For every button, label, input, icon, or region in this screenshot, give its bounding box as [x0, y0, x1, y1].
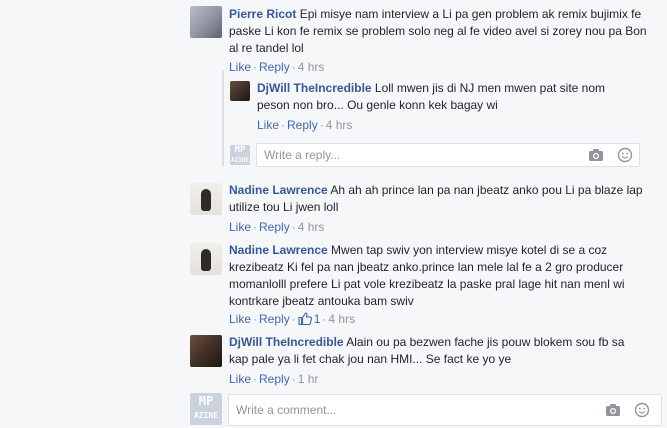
- comment-text-line: krezibeatz Ki fel pa nan jbeatz anko.pri…: [229, 260, 624, 274]
- comment-text-line: peson non bro... Ou genle konn kek bagay…: [257, 98, 498, 112]
- comment-text-line: momanlolll prefere Li pat vole krezibeat…: [229, 277, 625, 291]
- comment-text-line: utilize tou Li jwen loll: [229, 200, 339, 214]
- avatar[interactable]: [190, 6, 222, 38]
- camera-icon[interactable]: [605, 403, 621, 420]
- comment-text-line: al re tandel lol: [229, 41, 304, 55]
- camera-icon[interactable]: [588, 148, 604, 165]
- comment-text-line: Loll mwen jis di NJ men mwen pat site no…: [374, 81, 606, 95]
- timestamp[interactable]: 1 hr: [298, 372, 319, 386]
- timestamp[interactable]: 4 hrs: [326, 118, 353, 132]
- comment-input[interactable]: Write a comment...: [228, 394, 662, 426]
- comment-author[interactable]: Nadine Lawrence: [229, 243, 328, 257]
- comment-actions: Like · Reply · 4 hrs: [229, 60, 325, 74]
- reply-link[interactable]: Reply: [259, 372, 290, 386]
- comment-body: DjWill TheIncredible Alain ou pa bezwen …: [229, 334, 654, 368]
- comment-text-line: Ah ah ah prince lan pa nan jbeatz anko p…: [330, 183, 643, 197]
- comment-author[interactable]: DjWill TheIncredible: [257, 81, 372, 95]
- avatar[interactable]: [190, 183, 222, 215]
- comment-actions: Like · Reply · 4 hrs: [257, 118, 353, 132]
- avatar-text: AZINE: [230, 157, 250, 164]
- reply-link[interactable]: Reply: [259, 60, 290, 74]
- reply-link[interactable]: Reply: [287, 118, 318, 132]
- timestamp[interactable]: 4 hrs: [328, 312, 355, 326]
- comment-author[interactable]: Nadine Lawrence: [229, 183, 328, 197]
- thumbs-up-icon[interactable]: [298, 312, 312, 329]
- avatar-text: MP: [234, 145, 246, 155]
- comment-text-line: Alain ou pa bezwen fache jis pouw blokem…: [346, 335, 625, 349]
- reply-input[interactable]: Write a reply...: [256, 143, 640, 167]
- reply-link[interactable]: Reply: [259, 220, 290, 234]
- avatar: MP AZINE: [230, 145, 250, 165]
- comment-actions: Like · Reply · 4 hrs: [229, 220, 325, 234]
- comment-text-line: kap pale ya li fet chak jou nan HMI... S…: [229, 352, 512, 366]
- like-link[interactable]: Like: [229, 60, 251, 74]
- reply-placeholder: Write a reply...: [264, 148, 341, 162]
- reply-thread-line: [222, 70, 224, 166]
- like-link[interactable]: Like: [229, 372, 251, 386]
- avatar: MP AZINE: [190, 393, 222, 425]
- comment-text-line: paske Li kon fe remix se problem solo ne…: [229, 24, 647, 38]
- comment-actions: Like · Reply · 1 · 4 hrs: [229, 311, 355, 329]
- comment-placeholder: Write a comment...: [236, 403, 337, 417]
- timestamp[interactable]: 4 hrs: [298, 60, 325, 74]
- emoji-icon[interactable]: [617, 147, 633, 166]
- comment-actions: Like · Reply · 1 hr: [229, 372, 319, 386]
- comment-body: DjWill TheIncredible Loll mwen jis di NJ…: [257, 80, 657, 114]
- comment-body: Nadine Lawrence Ah ah ah prince lan pa n…: [229, 182, 654, 216]
- comment-body: Pierre Ricot Epi misye nam interview a L…: [229, 6, 654, 57]
- avatar[interactable]: [230, 81, 250, 101]
- timestamp[interactable]: 4 hrs: [298, 220, 325, 234]
- avatar[interactable]: [190, 335, 222, 367]
- like-link[interactable]: Like: [229, 312, 251, 326]
- reply-link[interactable]: Reply: [259, 312, 290, 326]
- comment-author[interactable]: Pierre Ricot: [229, 7, 296, 21]
- comment-text-line: kontrkare jbeatz antouka bam swiv: [229, 294, 414, 308]
- comment-body: Nadine Lawrence Mwen tap swiv yon interv…: [229, 242, 659, 310]
- avatar[interactable]: [190, 243, 222, 275]
- comment-text-line: Mwen tap swiv yon interview misye kotel …: [331, 243, 608, 257]
- like-link[interactable]: Like: [257, 118, 279, 132]
- avatar-text: MP: [198, 394, 214, 408]
- emoji-icon[interactable]: [634, 402, 650, 421]
- avatar-text: AZINE: [193, 411, 219, 420]
- comment-author[interactable]: DjWill TheIncredible: [229, 335, 344, 349]
- like-link[interactable]: Like: [229, 220, 251, 234]
- comment-text-line: Epi misye nam interview a Li pa gen prob…: [299, 7, 642, 21]
